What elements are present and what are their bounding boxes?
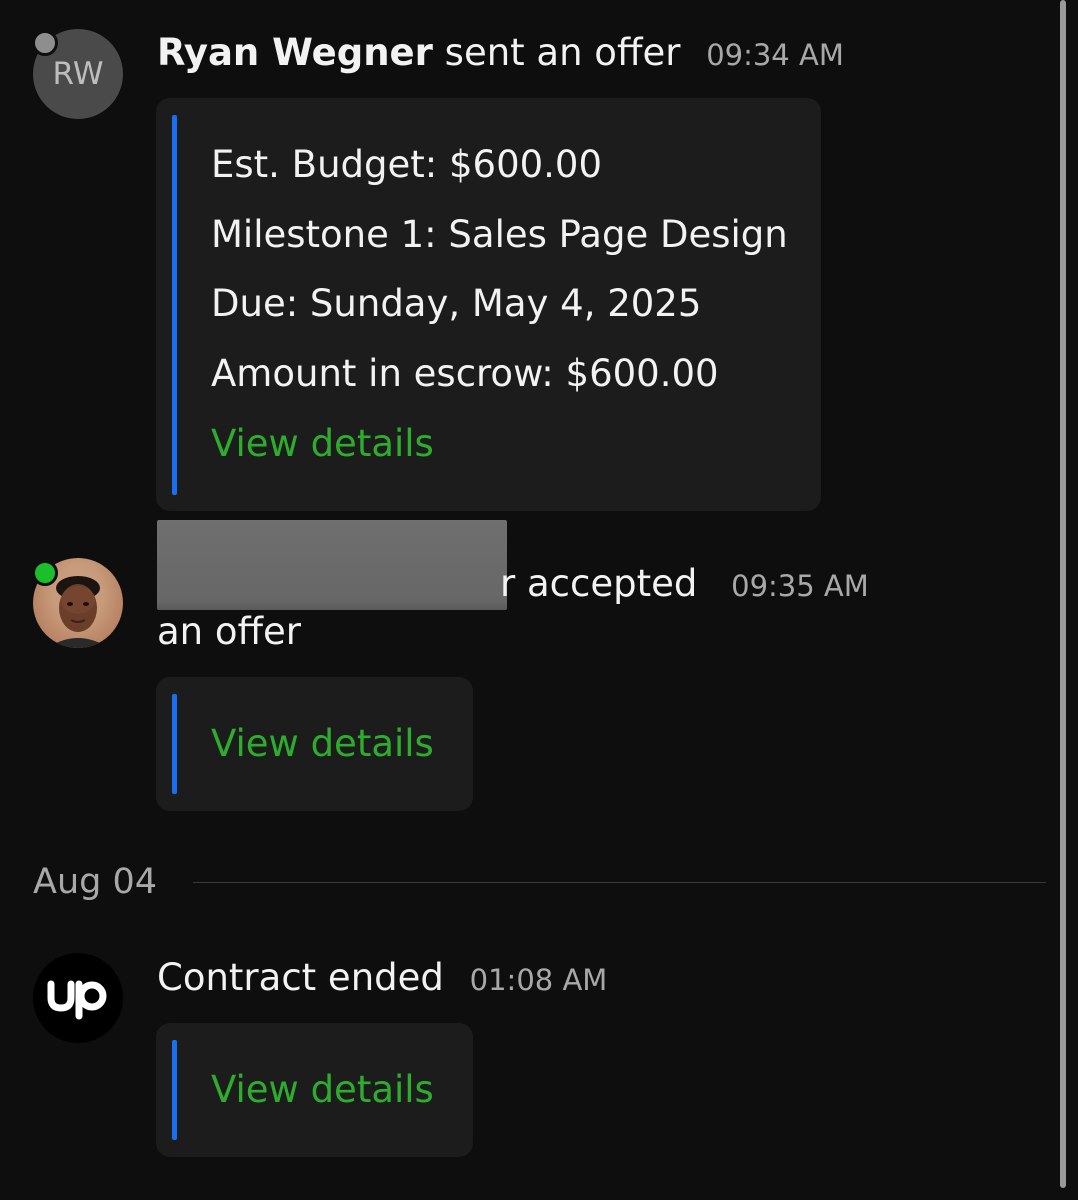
scrollbar[interactable] — [1060, 0, 1066, 1188]
message-header: Contract ended 01:08 AM — [157, 955, 607, 1003]
message-action: sent an offer — [432, 31, 681, 74]
avatar-initials: RW — [52, 56, 104, 92]
due-date-line: Due: Sunday, May 4, 2025 — [211, 282, 702, 325]
message-time: 01:08 AM — [469, 963, 608, 997]
message-action-wrap: an offer — [157, 610, 301, 653]
view-details-link[interactable]: View details — [211, 421, 434, 467]
card-accent-bar — [172, 1040, 177, 1140]
sender-name-fragment: r — [500, 562, 516, 605]
sender-name[interactable]: Ryan Wegner — [157, 31, 433, 74]
message-action: Contract ended — [157, 956, 444, 999]
offline-status-dot — [32, 30, 58, 56]
message-time: 09:34 AM — [706, 38, 844, 72]
offer-card: Est. Budget: $600.00 Milestone 1: Sales … — [156, 98, 821, 511]
accepted-offer-card: View details — [156, 677, 473, 811]
card-accent-bar — [172, 694, 177, 794]
budget-line: Est. Budget: $600.00 — [211, 143, 602, 186]
redacted-sender-name — [157, 520, 507, 610]
message-action: accepted — [515, 562, 698, 605]
escrow-line: Amount in escrow: $600.00 — [211, 352, 719, 395]
date-separator-label: Aug 04 — [33, 862, 158, 902]
card-accent-bar — [172, 115, 177, 495]
message-header: r accepted 09:35 AM — [500, 561, 869, 609]
upwork-logo-icon — [47, 980, 107, 1020]
milestone-line: Milestone 1: Sales Page Design — [211, 213, 788, 256]
view-details-link[interactable]: View details — [211, 1067, 434, 1113]
message-time: 09:35 AM — [731, 569, 869, 603]
date-separator-line — [193, 882, 1046, 883]
view-details-link[interactable]: View details — [211, 721, 434, 767]
message-header: Ryan Wegner sent an offer 09:34 AM — [157, 30, 844, 78]
contract-ended-card: View details — [156, 1023, 473, 1157]
online-status-dot — [32, 560, 58, 586]
avatar-upwork — [33, 953, 123, 1043]
